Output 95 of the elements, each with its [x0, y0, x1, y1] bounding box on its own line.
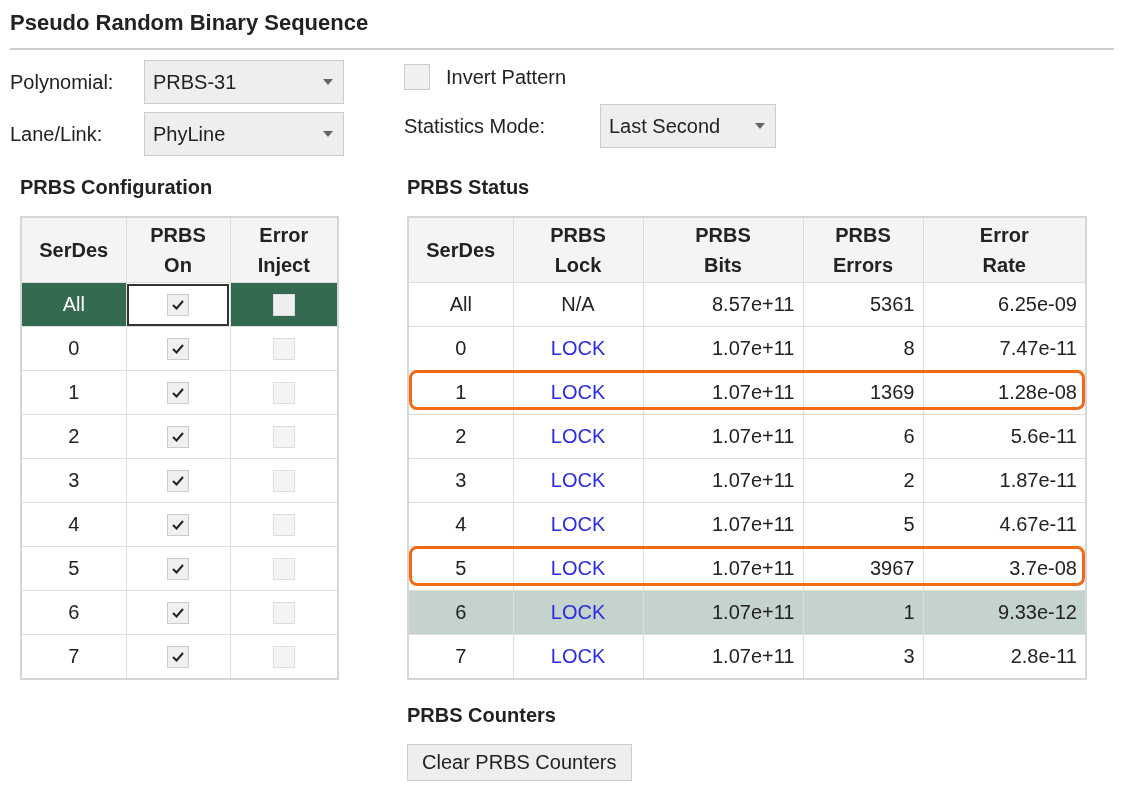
table-cell: 5361 — [803, 282, 923, 327]
table-cell: 3 — [408, 458, 513, 503]
error-inject-checkbox[interactable] — [272, 338, 295, 361]
prbs-on-checkbox[interactable] — [167, 294, 189, 317]
column-header: SerDes — [408, 217, 513, 283]
prbs-on-checkbox[interactable] — [167, 646, 189, 669]
table-cell: 7 — [408, 634, 513, 679]
error-inject-checkbox[interactable] — [272, 470, 295, 493]
table-cell: 6 — [803, 414, 923, 459]
table-cell: 8 — [803, 326, 923, 371]
table-cell: 1.07e+11 — [643, 634, 803, 679]
check-icon — [171, 519, 185, 532]
error-inject-checkbox[interactable] — [272, 426, 295, 449]
table-cell: 8.57e+11 — [643, 282, 803, 327]
column-header: SerDes — [21, 217, 126, 283]
table-cell: 1.07e+11 — [643, 502, 803, 547]
column-header: PRBS Bits — [643, 217, 803, 283]
check-icon — [171, 387, 185, 400]
clear-counters-button[interactable]: Clear PRBS Counters — [407, 744, 632, 781]
table-cell: LOCK — [513, 414, 643, 459]
check-icon — [171, 431, 185, 444]
prbs-on-checkbox[interactable] — [167, 338, 189, 361]
table-cell: 1.07e+11 — [643, 414, 803, 459]
table-cell: 6 — [408, 590, 513, 635]
table-cell: 6 — [21, 590, 126, 635]
table-cell: 2 — [803, 458, 923, 503]
table-cell: 5 — [803, 502, 923, 547]
prbs-on-checkbox[interactable] — [167, 470, 189, 493]
check-icon — [171, 563, 185, 576]
table-cell: 6.25e-09 — [923, 282, 1086, 327]
polynomial-label: Polynomial: — [10, 70, 115, 94]
check-icon — [171, 651, 185, 664]
error-inject-checkbox[interactable] — [272, 382, 295, 405]
table-cell: 2 — [408, 414, 513, 459]
lane-link-dropdown[interactable]: PhyLine — [144, 112, 344, 156]
section-heading: PRBS Counters — [407, 704, 557, 728]
table-cell: 4 — [408, 502, 513, 547]
column-header: Error Inject — [230, 217, 338, 283]
caret-icon — [755, 123, 765, 129]
statistics-mode-dropdown[interactable]: Last Second — [600, 104, 776, 148]
table-cell: 1.07e+11 — [643, 458, 803, 503]
check-icon — [171, 343, 185, 356]
polynomial-dropdown[interactable]: PRBS-31 — [144, 60, 344, 104]
table-cell: LOCK — [513, 590, 643, 635]
prbs-on-checkbox[interactable] — [167, 558, 189, 581]
table-cell: LOCK — [513, 326, 643, 371]
column-header: Error Rate — [923, 217, 1086, 283]
error-inject-checkbox[interactable] — [272, 646, 295, 669]
table-cell: 5 — [21, 546, 126, 591]
error-inject-checkbox[interactable] — [272, 602, 295, 625]
table-cell: N/A — [513, 282, 643, 327]
error-inject-checkbox[interactable] — [272, 294, 295, 317]
invert-pattern-label: Invert Pattern — [446, 65, 567, 89]
table-cell: 7.47e-11 — [923, 326, 1086, 371]
prbs-on-checkbox[interactable] — [167, 514, 189, 537]
table-cell: All — [21, 282, 126, 327]
check-icon — [171, 475, 185, 488]
table-cell: 0 — [408, 326, 513, 371]
error-inject-checkbox[interactable] — [272, 514, 295, 537]
prbs-on-checkbox[interactable] — [167, 382, 189, 405]
table-cell: 4.67e-11 — [923, 502, 1086, 547]
table-cell: 9.33e-12 — [923, 590, 1086, 635]
column-header: PRBS On — [126, 217, 230, 283]
table-cell: 1.07e+11 — [643, 326, 803, 371]
caret-icon — [323, 79, 333, 85]
table-cell: 3 — [803, 634, 923, 679]
lane-link-label: Lane/Link: — [10, 122, 104, 146]
table-cell: 1 — [21, 370, 126, 415]
prbs-on-checkbox[interactable] — [167, 602, 189, 625]
statistics-mode-label: Statistics Mode: — [404, 114, 547, 138]
table-cell: 0 — [21, 326, 126, 371]
table-cell: 3 — [21, 458, 126, 503]
column-header: PRBS Lock — [513, 217, 643, 283]
check-icon — [171, 299, 185, 312]
section-heading: PRBS Status — [407, 176, 531, 200]
table-cell: 5.6e-11 — [923, 414, 1086, 459]
prbs-on-checkbox[interactable] — [167, 426, 189, 449]
column-header: PRBS Errors — [803, 217, 923, 283]
check-icon — [171, 607, 185, 620]
table-cell: 2 — [21, 414, 126, 459]
table-cell: All — [408, 282, 513, 327]
table-cell: LOCK — [513, 458, 643, 503]
table-cell: 1.87e-11 — [923, 458, 1086, 503]
table-cell: 1.07e+11 — [643, 590, 803, 635]
table-cell: 2.8e-11 — [923, 634, 1086, 679]
table-cell: LOCK — [513, 634, 643, 679]
table-cell: 1 — [803, 590, 923, 635]
table-cell: 4 — [21, 502, 126, 547]
invert-pattern-checkbox[interactable] — [404, 64, 430, 90]
table-cell: 7 — [21, 634, 126, 679]
caret-icon — [323, 131, 333, 137]
table-cell: LOCK — [513, 502, 643, 547]
page-title: Pseudo Random Binary Sequence — [10, 9, 370, 37]
section-heading: PRBS Configuration — [20, 176, 214, 200]
error-inject-checkbox[interactable] — [272, 558, 295, 581]
